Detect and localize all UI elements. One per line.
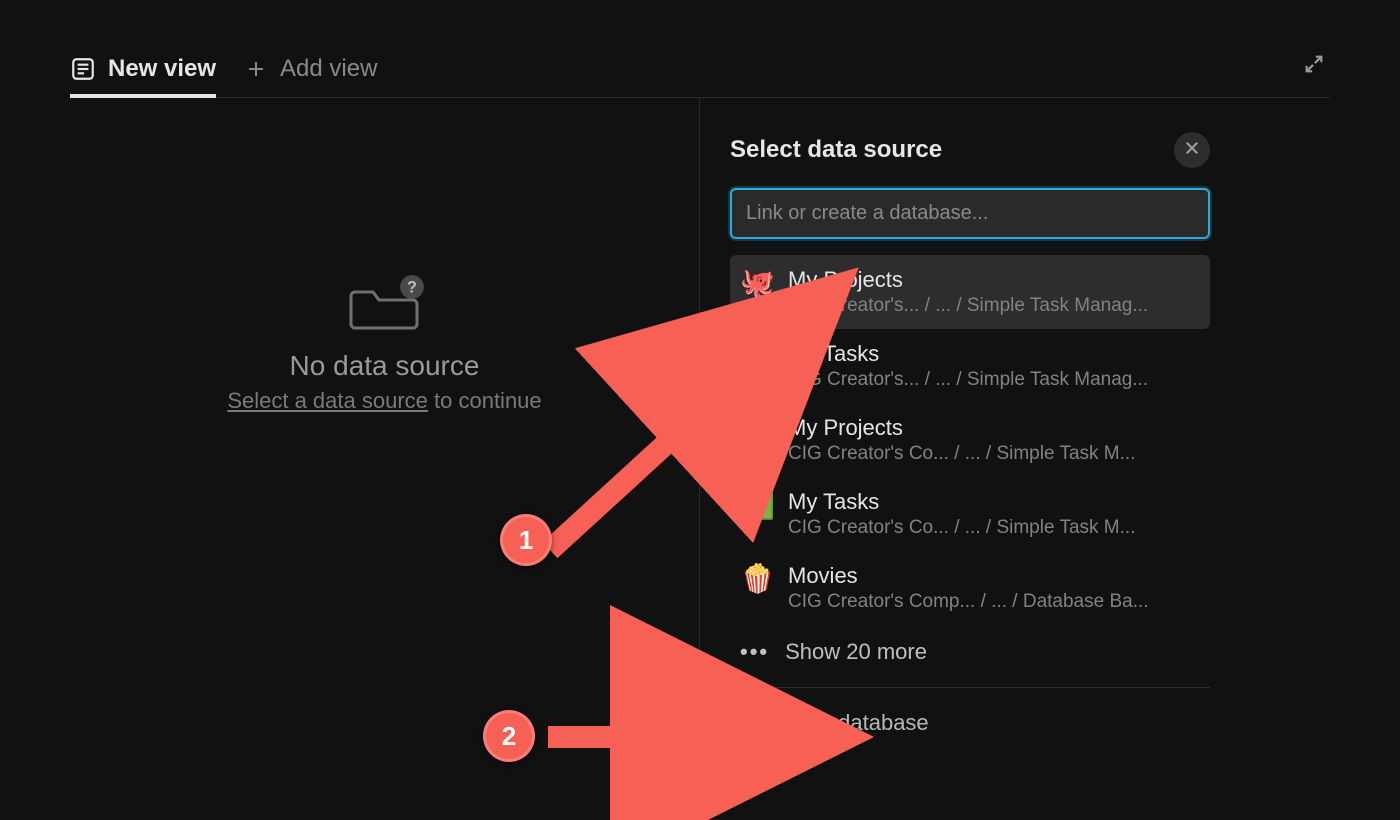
option-name: My Projects	[788, 267, 1200, 293]
tab-new-view[interactable]: New view	[70, 40, 216, 97]
list-view-icon	[70, 56, 96, 82]
octopus-icon: 🐙	[740, 269, 772, 297]
option-path: CIG Creator's Comp... / ... / Database B…	[788, 591, 1200, 613]
placeholder-title: No data source	[227, 350, 541, 382]
option-name: My Projects	[788, 415, 1200, 441]
annotation-arrow-1	[520, 300, 840, 570]
empty-placeholder: ? No data source Select a data source to…	[227, 278, 541, 414]
option-name: My Tasks	[788, 341, 1200, 367]
select-data-source-link[interactable]: Select a data source	[227, 388, 428, 413]
app-root: New view Add view	[0, 0, 1400, 820]
folder-question-icon: ?	[349, 278, 419, 332]
annotation-arrow-2	[538, 712, 828, 762]
plus-icon	[244, 57, 268, 81]
option-path: CIG Creator's Co... / ... / Simple Task …	[788, 443, 1200, 465]
panel-header: Select data source	[730, 132, 1210, 168]
show-more-label: Show 20 more	[785, 639, 927, 665]
tab-add-view[interactable]: Add view	[244, 40, 377, 97]
tab-new-view-label: New view	[108, 55, 216, 83]
close-icon	[1183, 139, 1201, 162]
search-input[interactable]	[730, 188, 1210, 239]
ellipsis-icon: •••	[740, 639, 769, 665]
option-path: CIG Creator's... / ... / Simple Task Man…	[788, 295, 1200, 317]
view-tab-bar: New view Add view	[70, 40, 1330, 98]
option-name: Movies	[788, 563, 1200, 589]
placeholder-subtitle: Select a data source to continue	[227, 388, 541, 414]
option-path: CIG Creator's... / ... / Simple Task Man…	[788, 369, 1200, 391]
option-path: CIG Creator's Co... / ... / Simple Task …	[788, 517, 1200, 539]
close-button[interactable]	[1174, 132, 1210, 168]
svg-text:?: ?	[408, 278, 418, 296]
expand-icon	[1303, 53, 1325, 80]
expand-button[interactable]	[1298, 50, 1330, 82]
panel-title: Select data source	[730, 136, 942, 164]
show-more-button[interactable]: ••• Show 20 more	[730, 625, 1210, 685]
option-name: My Tasks	[788, 489, 1200, 515]
tab-add-view-label: Add view	[280, 55, 377, 83]
